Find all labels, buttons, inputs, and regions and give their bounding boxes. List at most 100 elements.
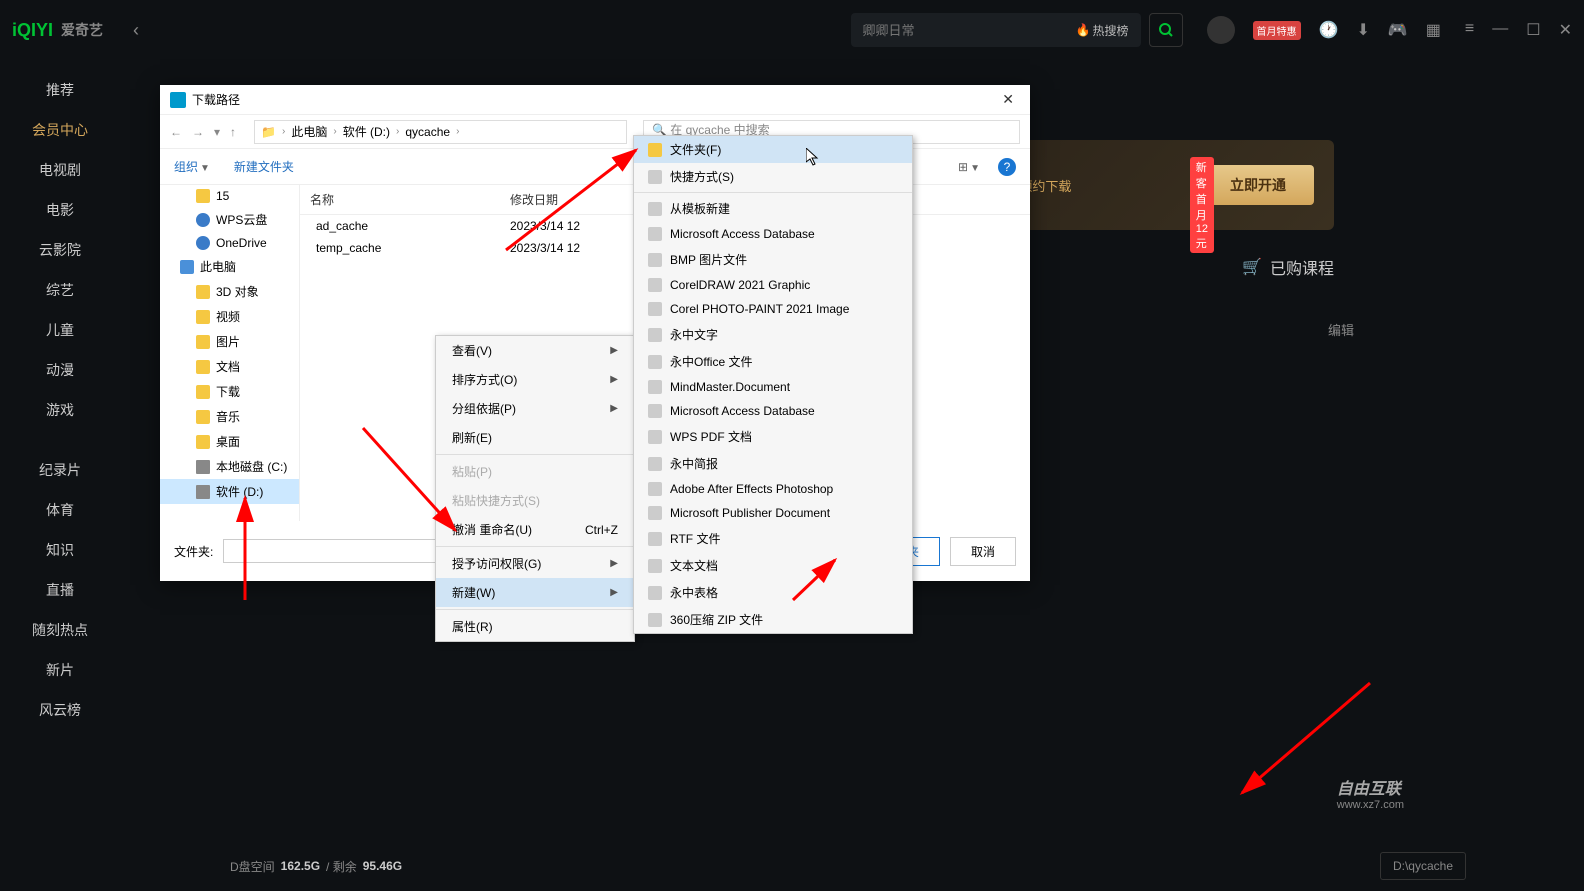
nav-forward-icon[interactable]: →: [192, 125, 204, 139]
chevron-right-icon: ▶: [610, 374, 618, 385]
edit-link[interactable]: 编辑: [1328, 320, 1354, 339]
sub-item[interactable]: 永中表格: [634, 579, 912, 606]
sub-item[interactable]: WPS PDF 文档: [634, 423, 912, 450]
new-folder-button[interactable]: 新建文件夹: [234, 158, 294, 175]
cloud-icon: [196, 213, 210, 227]
sub-item[interactable]: MindMaster.Document: [634, 375, 912, 399]
dialog-close-button[interactable]: ✕: [996, 91, 1020, 108]
sidebar-item[interactable]: 体育: [0, 490, 120, 530]
ctx-item[interactable]: 排序方式(O)▶: [436, 365, 634, 394]
tree-item[interactable]: 本地磁盘 (C:): [160, 454, 299, 479]
search-button[interactable]: [1149, 13, 1183, 47]
nav-up-icon[interactable]: ↑: [230, 125, 236, 139]
tree-item[interactable]: 此电脑: [160, 254, 299, 279]
chevron-right-icon: ▶: [610, 558, 618, 569]
download-icon[interactable]: ⬇: [1356, 20, 1369, 40]
menu-icon[interactable]: ≡: [1465, 20, 1474, 40]
sidebar-item[interactable]: 云影院: [0, 230, 120, 270]
ctx-item[interactable]: 授予访问权限(G)▶: [436, 549, 634, 578]
sub-item[interactable]: Corel PHOTO-PAINT 2021 Image: [634, 297, 912, 321]
tree-item[interactable]: 视频: [160, 304, 299, 329]
back-button[interactable]: ‹: [133, 20, 139, 41]
ctx-item[interactable]: 查看(V)▶: [436, 336, 634, 365]
sidebar-item[interactable]: 纪录片: [0, 450, 120, 490]
sub-item[interactable]: BMP 图片文件: [634, 246, 912, 273]
path-box[interactable]: D:\qycache: [1380, 852, 1466, 880]
drive-icon: [196, 460, 210, 474]
hot-badge[interactable]: 🔥热搜榜: [1076, 22, 1129, 39]
tree-item[interactable]: 桌面: [160, 429, 299, 454]
ctx-item[interactable]: 新建(W)▶: [436, 578, 634, 607]
watermark: 自由互联 www.xz7.com: [1337, 775, 1404, 811]
tree-item[interactable]: WPS云盘: [160, 207, 299, 232]
sub-item[interactable]: 文件夹(F): [634, 136, 912, 163]
close-icon[interactable]: ✕: [1559, 20, 1572, 40]
sidebar-item[interactable]: 风云榜: [0, 690, 120, 730]
col-name[interactable]: 名称: [310, 191, 510, 208]
filetype-icon: [648, 482, 662, 496]
grid-icon[interactable]: ▦: [1426, 20, 1441, 40]
game-icon[interactable]: 🎮: [1388, 20, 1408, 40]
sidebar-item[interactable]: 会员中心: [0, 110, 120, 150]
sub-item[interactable]: 从模板新建: [634, 195, 912, 222]
filetype-icon: [648, 532, 662, 546]
tree-item[interactable]: 音乐: [160, 404, 299, 429]
sidebar-item[interactable]: 儿童: [0, 310, 120, 350]
sub-item[interactable]: 360压缩 ZIP 文件: [634, 606, 912, 633]
sub-item[interactable]: 快捷方式(S): [634, 163, 912, 190]
cancel-button[interactable]: 取消: [950, 537, 1016, 566]
minimize-icon[interactable]: —: [1492, 20, 1508, 40]
filetype-icon: [648, 202, 662, 216]
sidebar-item[interactable]: 电视剧: [0, 150, 120, 190]
nav-back-icon[interactable]: ←: [170, 125, 182, 139]
sub-item[interactable]: 文本文档: [634, 552, 912, 579]
sub-item[interactable]: Microsoft Access Database: [634, 399, 912, 423]
sub-item[interactable]: 永中Office 文件: [634, 348, 912, 375]
tree-item[interactable]: 图片: [160, 329, 299, 354]
tree-item[interactable]: OneDrive: [160, 232, 299, 254]
sub-item[interactable]: 永中简报: [634, 450, 912, 477]
ctx-item: 粘贴(P): [436, 457, 634, 486]
sidebar-item[interactable]: 推荐: [0, 70, 120, 110]
sidebar-item[interactable]: 游戏: [0, 390, 120, 430]
sub-item[interactable]: RTF 文件: [634, 525, 912, 552]
chevron-right-icon: ▶: [610, 587, 618, 598]
sidebar-item[interactable]: 直播: [0, 570, 120, 610]
search-input[interactable]: [863, 23, 1076, 38]
sidebar-item[interactable]: 知识: [0, 530, 120, 570]
nav-path[interactable]: 📁 › 此电脑 › 软件 (D:) › qycache ›: [254, 120, 627, 144]
ctx-item[interactable]: 撤消 重命名(U)Ctrl+Z: [436, 515, 634, 544]
nav-recent-icon[interactable]: ▾: [214, 125, 220, 139]
sub-item[interactable]: Microsoft Publisher Document: [634, 501, 912, 525]
maximize-icon[interactable]: ☐: [1526, 20, 1540, 40]
tree-item[interactable]: 3D 对象: [160, 279, 299, 304]
tree-item[interactable]: 软件 (D:): [160, 479, 299, 504]
folder-icon: [196, 285, 210, 299]
tree-item[interactable]: 下载: [160, 379, 299, 404]
folder-icon: [196, 385, 210, 399]
tree-item[interactable]: 文档: [160, 354, 299, 379]
organize-button[interactable]: 组织▼: [174, 158, 210, 175]
ctx-item[interactable]: 分组依据(P)▶: [436, 394, 634, 423]
sub-item[interactable]: Microsoft Access Database: [634, 222, 912, 246]
logo[interactable]: iQIYI 爱奇艺: [12, 20, 103, 41]
history-icon[interactable]: 🕐: [1319, 20, 1339, 40]
help-icon[interactable]: ?: [998, 158, 1016, 176]
sidebar-item[interactable]: 随刻热点: [0, 610, 120, 650]
view-icon[interactable]: ⊞▼: [958, 160, 980, 174]
sub-item[interactable]: Adobe After Effects Photoshop: [634, 477, 912, 501]
avatar[interactable]: [1207, 16, 1235, 44]
sidebar-item[interactable]: 新片: [0, 650, 120, 690]
ctx-item: 粘贴快捷方式(S): [436, 486, 634, 515]
folder-label: 文件夹:: [174, 543, 213, 560]
sub-item[interactable]: 永中文字: [634, 321, 912, 348]
ctx-item[interactable]: 属性(R): [436, 612, 634, 641]
promo-button[interactable]: 立即开通: [1202, 165, 1314, 205]
tree-item[interactable]: 15: [160, 185, 299, 207]
sidebar-item[interactable]: 动漫: [0, 350, 120, 390]
sub-item[interactable]: CorelDRAW 2021 Graphic: [634, 273, 912, 297]
vip-badge[interactable]: 首月特惠: [1253, 21, 1301, 40]
sidebar-item[interactable]: 电影: [0, 190, 120, 230]
ctx-item[interactable]: 刷新(E): [436, 423, 634, 452]
sidebar-item[interactable]: 综艺: [0, 270, 120, 310]
